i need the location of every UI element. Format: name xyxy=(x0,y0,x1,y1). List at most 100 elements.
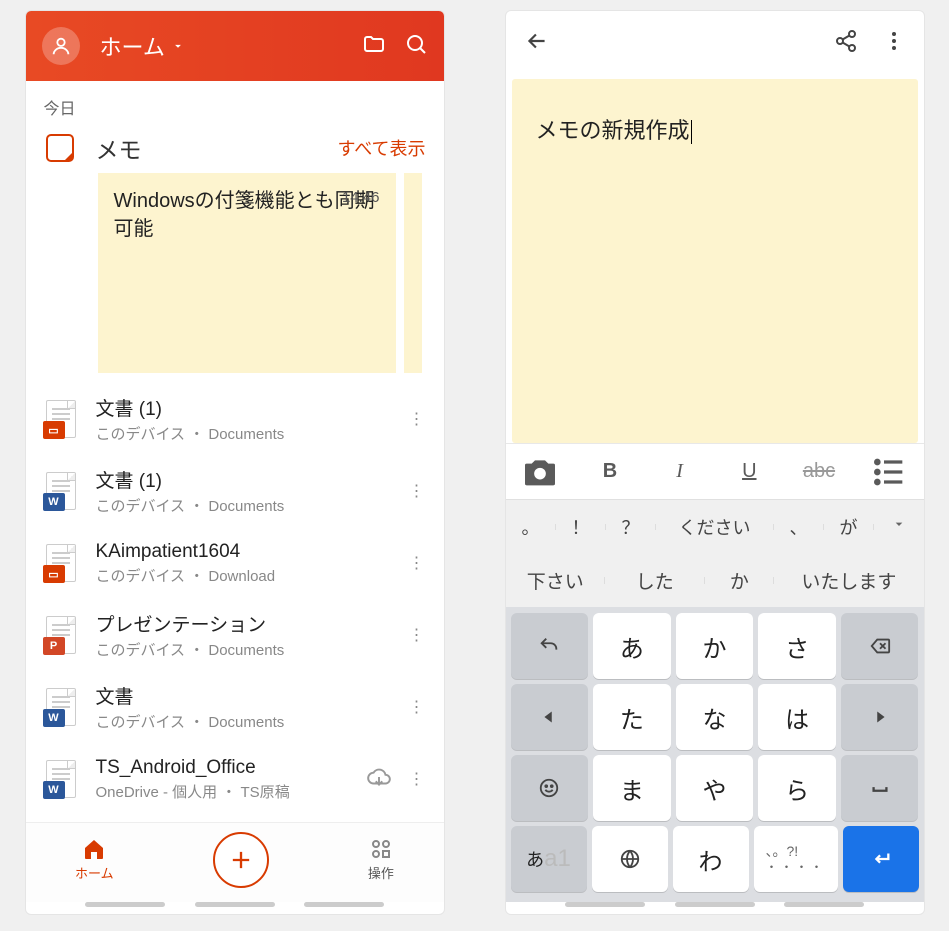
nav-actions-label: 操作 xyxy=(368,863,394,882)
arrow-left-icon xyxy=(524,28,550,54)
kana-key[interactable]: さ xyxy=(758,613,836,679)
bold-button[interactable]: B xyxy=(590,460,630,483)
note-editor-screen: メモの新規作成 B I U abc 。 ！ ？ ください 、 が 下さい した … xyxy=(505,10,925,915)
kana-key[interactable]: あ xyxy=(593,613,671,679)
sys-nav-back[interactable] xyxy=(304,902,384,907)
suggestion-item[interactable]: 下さい xyxy=(506,567,606,594)
home-dropdown[interactable]: ホーム xyxy=(100,30,344,62)
list-button[interactable] xyxy=(869,452,909,492)
sticky-note-next[interactable] xyxy=(404,173,422,373)
file-menu-button[interactable]: ⋮ xyxy=(402,769,432,789)
space-key[interactable] xyxy=(841,755,919,821)
input-mode-key[interactable]: あa1 xyxy=(511,826,587,892)
punctuation-key[interactable]: 、。?!・・・・ xyxy=(754,826,838,892)
file-list[interactable]: ▭ 文書 (1) このデバイス ・ Documents ⋮ W 文書 (1) こ… xyxy=(26,383,444,822)
kana-key[interactable]: か xyxy=(676,613,754,679)
office-doc-icon: ▭ xyxy=(44,399,78,439)
kana-key[interactable]: は xyxy=(758,684,836,750)
underline-button[interactable]: U xyxy=(729,460,769,483)
suggestion-item[interactable]: 、 xyxy=(774,514,824,540)
home-icon xyxy=(82,837,106,861)
file-row[interactable]: ▭ 文書 (1) このデバイス ・ Documents ⋮ xyxy=(26,383,444,455)
file-info: プレゼンテーション このデバイス ・ Documents xyxy=(96,610,402,660)
kana-key[interactable]: た xyxy=(593,684,671,750)
suggestion-item[interactable]: ？ xyxy=(606,514,656,540)
undo-icon xyxy=(538,635,560,657)
kana-key[interactable]: わ xyxy=(673,826,749,892)
file-row[interactable]: W 文書 このデバイス ・ Documents ⋮ xyxy=(26,671,444,743)
overflow-menu-button[interactable] xyxy=(882,29,906,58)
suggestion-item[interactable]: した xyxy=(605,567,705,594)
memo-section-header: メモ すべて表示 xyxy=(26,127,444,173)
backspace-key[interactable] xyxy=(841,613,919,679)
back-button[interactable] xyxy=(524,28,550,59)
globe-key[interactable] xyxy=(592,826,668,892)
strikethrough-button[interactable]: abc xyxy=(799,460,839,483)
memo-title: メモ xyxy=(96,131,338,165)
file-menu-button[interactable]: ⋮ xyxy=(402,697,432,717)
keyboard: あ か さ た な は ま や ら あa1 わ 、。?!・・・・ xyxy=(506,607,924,902)
file-location: このデバイス ・ Documents xyxy=(96,495,402,516)
file-name: 文書 (1) xyxy=(96,394,402,421)
profile-avatar[interactable] xyxy=(42,27,80,65)
suggestion-item[interactable]: か xyxy=(705,567,775,594)
expand-suggestions[interactable] xyxy=(874,516,924,537)
emoji-key[interactable] xyxy=(511,755,589,821)
cloud-download-button[interactable] xyxy=(366,764,392,795)
kana-key[interactable]: ら xyxy=(758,755,836,821)
file-row[interactable]: ▭ KAimpatient1604 このデバイス ・ Download ⋮ xyxy=(26,527,444,599)
file-menu-button[interactable]: ⋮ xyxy=(402,625,432,645)
sys-nav-back[interactable] xyxy=(784,902,864,907)
triangle-left-icon xyxy=(538,706,560,728)
sticky-note-text: Windowsの付箋機能とも同期可能 xyxy=(114,190,375,240)
file-location: このデバイス ・ Download xyxy=(96,565,402,586)
app-header: ホーム xyxy=(26,11,444,81)
file-menu-button[interactable]: ⋮ xyxy=(402,553,432,573)
undo-key[interactable] xyxy=(511,613,589,679)
file-row[interactable]: W 文書 (1) このデバイス ・ Documents ⋮ xyxy=(26,455,444,527)
camera-icon xyxy=(520,452,560,492)
kana-key[interactable]: ま xyxy=(593,755,671,821)
nav-home[interactable]: ホーム xyxy=(75,837,114,882)
suggestion-item[interactable]: いたします xyxy=(774,567,923,594)
sys-nav-home[interactable] xyxy=(675,902,755,907)
suggestion-item[interactable]: 。 xyxy=(506,514,556,540)
show-all-link[interactable]: すべて表示 xyxy=(337,135,425,161)
office-doc-icon: ▭ xyxy=(44,543,78,583)
enter-key[interactable] xyxy=(843,826,919,892)
suggestion-item[interactable]: が xyxy=(824,514,874,540)
sticky-notes-row[interactable]: Windowsの付箋機能とも同期可能 14:46 xyxy=(26,173,444,383)
format-toolbar: B I U abc xyxy=(506,443,924,499)
share-button[interactable] xyxy=(834,29,858,58)
file-name: TS_Android_Office xyxy=(96,757,366,779)
suggestion-item[interactable]: ！ xyxy=(556,514,606,540)
file-menu-button[interactable]: ⋮ xyxy=(402,481,432,501)
word-doc-icon: W xyxy=(44,687,78,727)
space-icon xyxy=(869,777,891,799)
system-nav-bar xyxy=(26,902,444,914)
nav-actions[interactable]: 操作 xyxy=(368,837,394,882)
file-row[interactable]: P プレゼンテーション このデバイス ・ Documents ⋮ xyxy=(26,599,444,671)
file-location: OneDrive - 個人用 ・ TS原稿 xyxy=(96,781,366,802)
create-new-fab[interactable] xyxy=(213,832,269,888)
search-button[interactable] xyxy=(404,32,428,61)
folder-button[interactable] xyxy=(362,32,386,61)
backspace-icon xyxy=(869,635,891,657)
file-row[interactable]: W TS_Android_Office OneDrive - 個人用 ・ TS原… xyxy=(26,743,444,815)
camera-button[interactable] xyxy=(520,452,560,492)
sys-nav-home[interactable] xyxy=(195,902,275,907)
sys-nav-recent[interactable] xyxy=(85,902,165,907)
note-header xyxy=(506,11,924,75)
kana-key[interactable]: や xyxy=(676,755,754,821)
sys-nav-recent[interactable] xyxy=(565,902,645,907)
file-menu-button[interactable]: ⋮ xyxy=(402,409,432,429)
kana-key[interactable]: な xyxy=(676,684,754,750)
office-home-screen: ホーム 今日 メモ すべて表示 Windowsの付箋機能とも同期可能 14:46… xyxy=(25,10,445,915)
italic-button[interactable]: I xyxy=(660,460,700,483)
sticky-note[interactable]: Windowsの付箋機能とも同期可能 14:46 xyxy=(98,173,396,373)
note-content-area[interactable]: メモの新規作成 xyxy=(512,79,918,443)
text-cursor xyxy=(691,120,692,144)
suggestion-item[interactable]: ください xyxy=(656,514,774,540)
right-key[interactable] xyxy=(841,684,919,750)
left-key[interactable] xyxy=(511,684,589,750)
